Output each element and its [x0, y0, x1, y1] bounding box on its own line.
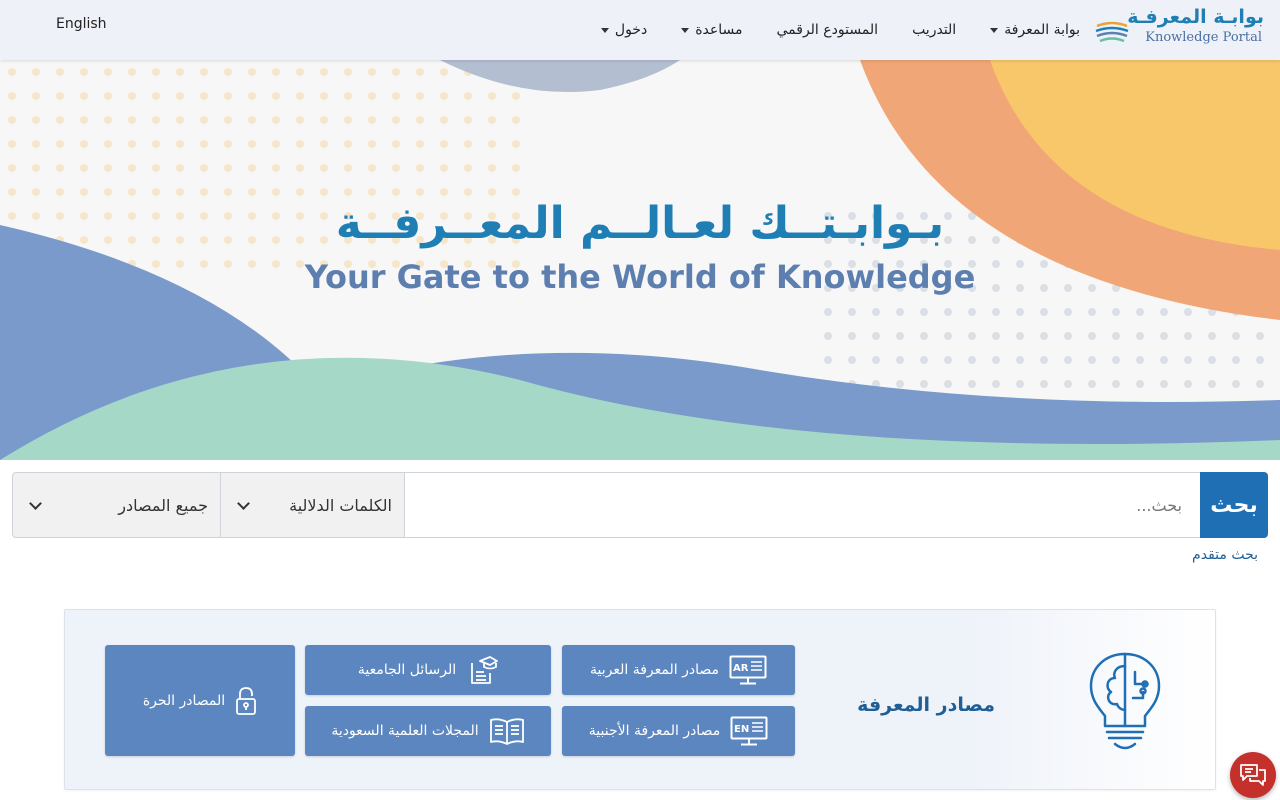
top-navbar: English بوابة المعرفة التدريب المستودع ا… — [0, 0, 1280, 60]
saudi-journals-button[interactable]: المجلات العلمية السعودية — [305, 706, 551, 756]
hero-title-ar: بـوابـتــك لعـالــم المعــرفــة — [335, 198, 945, 249]
nav-item-label: بوابة المعرفة — [1004, 22, 1080, 38]
main-nav: بوابة المعرفة التدريب المستودع الرقمي مس… — [567, 0, 1080, 60]
panel-title: مصادر المعرفة — [857, 694, 995, 716]
graduation-cap-doc-icon — [471, 656, 499, 684]
nav-item-label: مساعدة — [695, 22, 743, 38]
hero-title-en: Your Gate to the World of Knowledge — [304, 258, 976, 296]
svg-text:EN: EN — [734, 724, 749, 735]
nav-item-digital-repository[interactable]: المستودع الرقمي — [776, 22, 878, 38]
chevron-down-icon — [29, 496, 42, 510]
university-theses-button[interactable]: الرسائل الجامعية — [305, 645, 551, 695]
advanced-search-link[interactable]: بحث متقدم — [1192, 547, 1258, 563]
foreign-sources-label: مصادر المعرفة الأجنبية — [588, 723, 721, 739]
monitor-en-icon: EN — [730, 716, 768, 746]
brain-bulb-icon — [1089, 652, 1161, 750]
site-logo[interactable]: بوابـة المعرفـة Knowledge Portal — [1094, 6, 1264, 52]
chat-button[interactable] — [1230, 752, 1276, 798]
foreign-sources-button[interactable]: مصادر المعرفة الأجنبية EN — [562, 706, 795, 756]
monitor-ar-icon: AR — [729, 655, 767, 685]
nav-item-help[interactable]: مساعدة — [681, 22, 742, 38]
arabic-sources-label: مصادر المعرفة العربية — [590, 662, 719, 678]
field-select-value: الكلمات الدلالية — [289, 495, 392, 515]
logo-text-ar: بوابـة المعرفـة — [1127, 6, 1264, 28]
nav-item-label: التدريب — [912, 22, 957, 38]
hero-banner: بـوابـتــك لعـالــم المعــرفــة Your Gat… — [0, 60, 1280, 460]
source-select[interactable]: جميع المصادر — [12, 472, 221, 538]
chat-icon — [1240, 764, 1266, 786]
nav-item-training[interactable]: التدريب — [912, 22, 956, 38]
field-select[interactable]: الكلمات الدلالية — [221, 472, 405, 538]
university-theses-label: الرسائل الجامعية — [357, 662, 457, 678]
knowledge-sources-panel: مصادر المعرفة مصادر المعرفة العربية AR م… — [64, 609, 1216, 790]
nav-item-knowledge-portal[interactable]: بوابة المعرفة — [990, 22, 1080, 38]
caret-down-icon — [600, 27, 609, 33]
search-button[interactable]: بحث — [1200, 472, 1268, 538]
source-select-value: جميع المصادر — [118, 495, 208, 515]
search-bar: جميع المصادر الكلمات الدلالية بحث — [12, 472, 1268, 538]
padlock-icon — [236, 686, 257, 715]
caret-down-icon — [681, 27, 690, 33]
knowledge-portal-logo-icon — [1095, 14, 1129, 46]
open-sources-label: المصادر الحرة — [142, 692, 226, 709]
open-book-icon — [489, 718, 524, 745]
caret-down-icon — [990, 27, 999, 33]
nav-item-label: دخول — [614, 22, 648, 38]
saudi-journals-label: المجلات العلمية السعودية — [331, 723, 479, 739]
nav-item-label: المستودع الرقمي — [776, 22, 879, 38]
language-switch-link[interactable]: English — [56, 16, 107, 32]
open-sources-button[interactable]: المصادر الحرة — [105, 645, 295, 756]
logo-text-en: Knowledge Portal — [1145, 30, 1262, 45]
arabic-sources-button[interactable]: مصادر المعرفة العربية AR — [562, 645, 795, 695]
chevron-down-icon — [237, 496, 250, 510]
nav-item-login[interactable]: دخول — [600, 22, 648, 38]
search-input[interactable] — [405, 472, 1200, 538]
svg-text:AR: AR — [733, 663, 749, 674]
